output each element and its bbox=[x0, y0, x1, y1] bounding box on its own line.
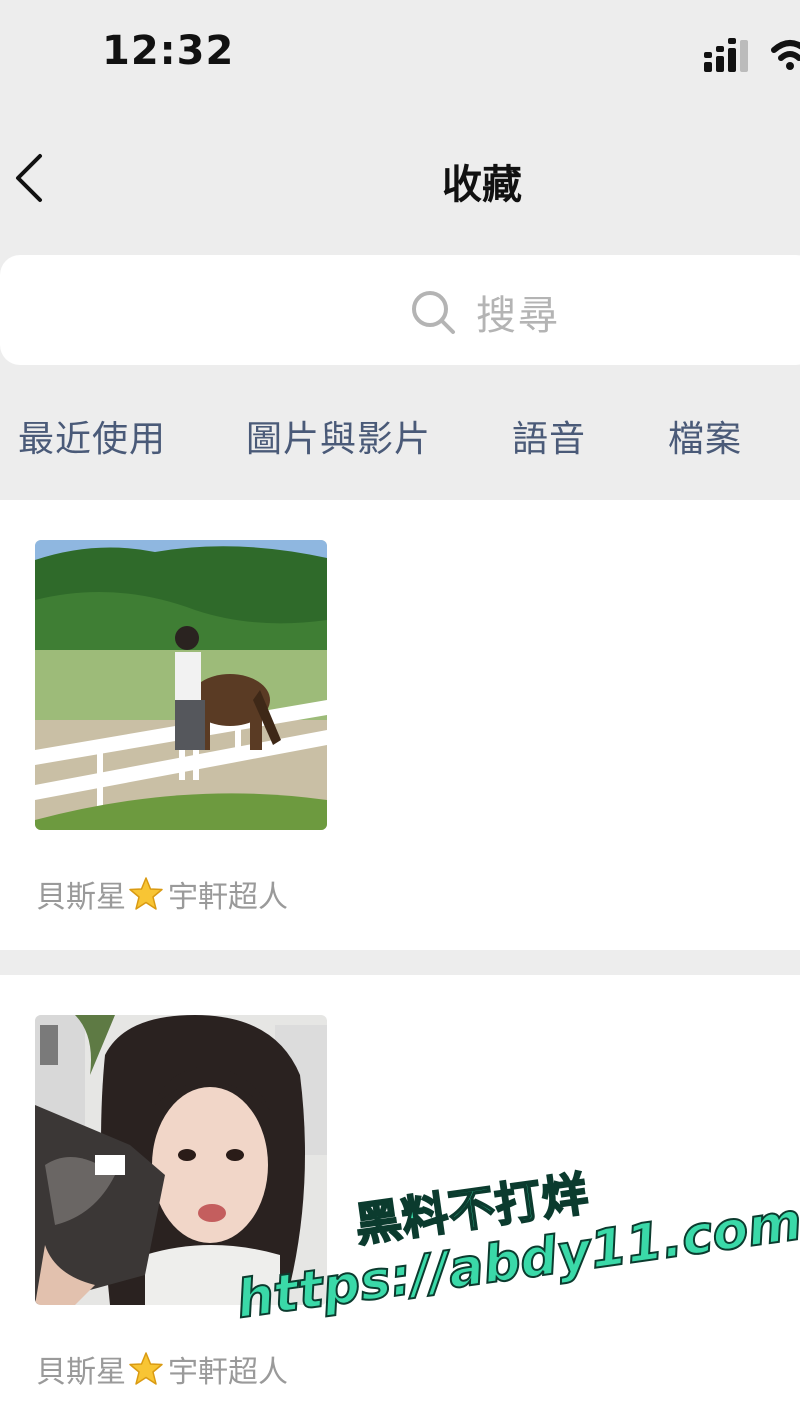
source-label: 貝斯星 宇軒超人 bbox=[36, 872, 288, 916]
wifi-icon bbox=[771, 40, 800, 70]
nav-bar: 收藏 bbox=[0, 120, 800, 230]
search-bar[interactable]: 搜尋 bbox=[0, 255, 800, 365]
status-time: 12:32 bbox=[102, 28, 235, 74]
source-name-part1: 貝斯星 bbox=[36, 880, 126, 915]
tab-files[interactable]: 檔案 bbox=[668, 410, 742, 462]
page-title: 收藏 bbox=[442, 162, 522, 208]
status-bar: 12:32 bbox=[0, 0, 800, 110]
star-emoji-icon bbox=[129, 1352, 163, 1385]
star-emoji-icon bbox=[129, 877, 163, 910]
tab-voice[interactable]: 語音 bbox=[512, 410, 586, 462]
category-tabs: 最近使用 圖片與影片 語音 檔案 bbox=[0, 380, 800, 490]
search-icon bbox=[412, 291, 455, 334]
tab-recent[interactable]: 最近使用 bbox=[18, 410, 166, 462]
favorite-item[interactable]: 貝斯星 宇軒超人 bbox=[0, 500, 800, 950]
thumbnail-image[interactable] bbox=[35, 540, 327, 830]
source-name-part2: 宇軒超人 bbox=[168, 880, 288, 915]
source-name-part1: 貝斯星 bbox=[36, 1355, 126, 1390]
search-placeholder: 搜尋 bbox=[476, 293, 560, 339]
signal-icon bbox=[704, 38, 748, 72]
tab-photos-videos[interactable]: 圖片與影片 bbox=[246, 410, 431, 462]
